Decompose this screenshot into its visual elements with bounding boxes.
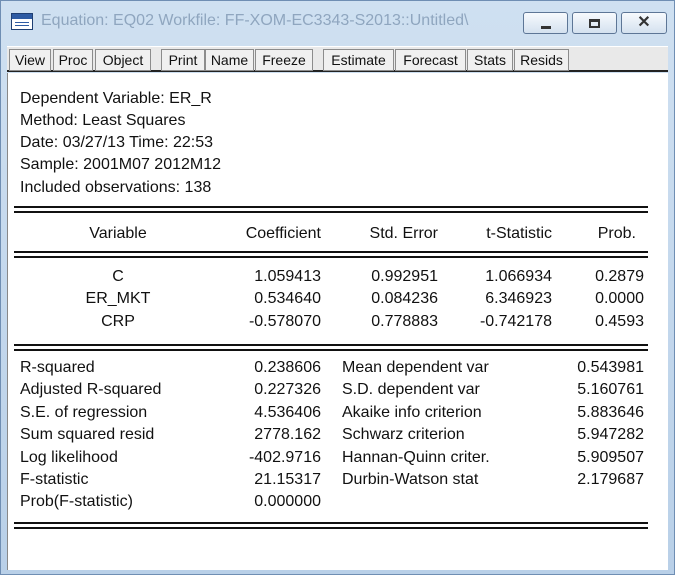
stat-label: Hannan-Quinn criter. (342, 449, 490, 466)
equation-window: Equation: EQ02 Workfile: FF-XOM-EC3343-S… (0, 0, 675, 575)
stat-value: -402.9716 (248, 449, 321, 466)
divider (14, 527, 648, 529)
divider (14, 206, 648, 208)
minimize-button[interactable] (523, 12, 568, 34)
forecast-button[interactable]: Forecast (395, 49, 466, 71)
divider (14, 522, 648, 524)
cell-std-error: 0.778883 (371, 313, 438, 330)
col-header-t-statistic: t-Statistic (486, 225, 552, 242)
col-header-std-error: Std. Error (369, 225, 438, 242)
cell-prob: 0.2879 (595, 268, 644, 285)
cell-std-error: 0.992951 (371, 268, 438, 285)
stat-value: 0.543981 (577, 359, 644, 376)
cell-variable: ER_MKT (85, 290, 151, 307)
cell-t-statistic: 6.346923 (485, 290, 552, 307)
stat-label: Schwarz criterion (342, 426, 465, 443)
estimate-button[interactable]: Estimate (323, 49, 394, 71)
stat-value: 0.227326 (254, 381, 321, 398)
header-line: Sample: 2001M07 2012M12 (20, 156, 222, 173)
close-icon: ✕ (637, 14, 651, 31)
stat-label: R-squared (20, 359, 95, 376)
window-icon[interactable] (11, 13, 33, 30)
header-line: Included observations: 138 (20, 179, 212, 196)
stat-value: 5.947282 (577, 426, 644, 443)
stat-label: Mean dependent var (342, 359, 489, 376)
stat-label: Prob(F-statistic) (20, 493, 133, 510)
estimation-output[interactable]: Dependent Variable: ER_R Method: Least S… (7, 73, 668, 570)
stat-label: Adjusted R-squared (20, 381, 162, 398)
stat-label: Akaike info criterion (342, 404, 482, 421)
view-button[interactable]: View (9, 49, 51, 71)
divider (14, 251, 648, 253)
toolbar: View Proc Object Print Name Freeze Estim… (7, 46, 668, 72)
stat-value: 2.179687 (577, 471, 644, 488)
stat-label: Durbin-Watson stat (342, 471, 479, 488)
close-button[interactable]: ✕ (621, 12, 667, 34)
col-header-prob: Prob. (597, 225, 636, 242)
cell-std-error: 0.084236 (371, 290, 438, 307)
header-line: Date: 03/27/13 Time: 22:53 (20, 134, 214, 151)
cell-coefficient: 0.534640 (254, 290, 321, 307)
stat-value: 0.000000 (254, 493, 321, 510)
cell-t-statistic: -0.742178 (479, 313, 552, 330)
stat-label: Sum squared resid (20, 426, 155, 443)
col-header-variable: Variable (89, 225, 147, 242)
stat-label: Log likelihood (20, 449, 118, 466)
stat-label: F-statistic (20, 471, 89, 488)
header-line: Method: Least Squares (20, 112, 186, 129)
cell-variable: C (112, 268, 124, 285)
minimize-icon (540, 25, 551, 29)
divider (14, 349, 648, 351)
stats-button[interactable]: Stats (467, 49, 513, 71)
window-title: Equation: EQ02 Workfile: FF-XOM-EC3343-S… (41, 12, 469, 29)
cell-coefficient: -0.578070 (248, 313, 321, 330)
header-line: Dependent Variable: ER_R (20, 90, 212, 107)
stat-value: 0.238606 (254, 359, 321, 376)
maximize-button[interactable] (572, 12, 617, 34)
divider (14, 211, 648, 213)
name-button[interactable]: Name (205, 49, 254, 71)
object-button[interactable]: Object (95, 49, 151, 71)
cell-prob: 0.4593 (595, 313, 644, 330)
divider (14, 344, 648, 346)
resids-button[interactable]: Resids (514, 49, 569, 71)
print-button[interactable]: Print (161, 49, 205, 71)
stat-label: S.E. of regression (20, 404, 148, 421)
stat-value: 5.883646 (577, 404, 644, 421)
freeze-button[interactable]: Freeze (255, 49, 313, 71)
maximize-icon (589, 18, 600, 28)
stat-value: 2778.162 (254, 426, 321, 443)
stat-value: 4.536406 (254, 404, 321, 421)
proc-button[interactable]: Proc (53, 49, 93, 71)
stat-value: 5.160761 (577, 381, 644, 398)
title-bar[interactable]: Equation: EQ02 Workfile: FF-XOM-EC3343-S… (1, 1, 674, 41)
cell-coefficient: 1.059413 (254, 268, 321, 285)
divider (14, 256, 648, 258)
cell-t-statistic: 1.066934 (485, 268, 552, 285)
col-header-coefficient: Coefficient (245, 225, 321, 242)
stat-label: S.D. dependent var (342, 381, 480, 398)
stat-value: 5.909507 (577, 449, 644, 466)
cell-prob: 0.0000 (595, 290, 644, 307)
stat-value: 21.15317 (254, 471, 321, 488)
cell-variable: CRP (101, 313, 135, 330)
